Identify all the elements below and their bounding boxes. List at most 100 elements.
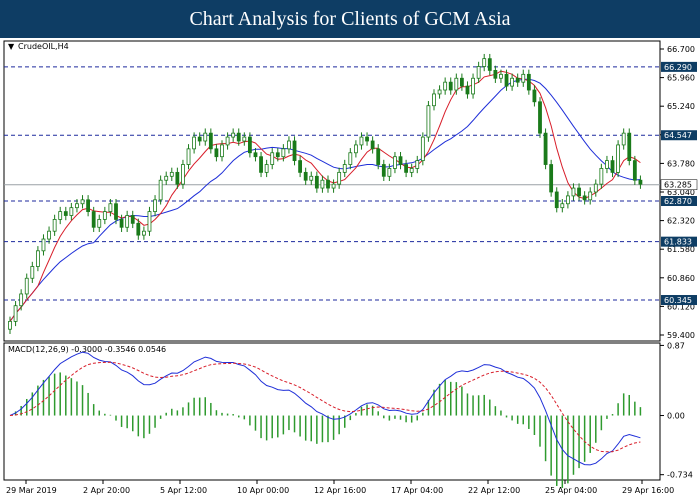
candle-body (487, 58, 492, 71)
y-tick-label: 59.400 (667, 331, 695, 340)
x-tick-label: 10 Apr 00:00 (237, 486, 289, 495)
candle-body (565, 195, 570, 205)
level-label: 64.547 (664, 131, 692, 140)
candle-body (102, 211, 107, 220)
candle-body (342, 164, 347, 173)
x-tick-label: 5 Apr 12:00 (160, 486, 207, 495)
y-tick-label: 63.780 (667, 159, 695, 168)
candle-body (610, 160, 615, 173)
candle-body (398, 156, 403, 165)
x-tick-label: 29 Mar 2019 (6, 486, 57, 495)
candle-body (448, 81, 453, 91)
candle-body (593, 183, 598, 193)
candle-body (58, 211, 63, 220)
candle-body (577, 187, 581, 197)
candle-body (476, 66, 481, 79)
candle-body (337, 171, 342, 185)
candle-body (538, 101, 542, 134)
slow-ma-line (9, 78, 641, 322)
candle-body (292, 140, 297, 162)
candle-body (365, 136, 369, 142)
candle-body (387, 168, 392, 177)
candle-body (588, 191, 593, 201)
candle-body (97, 219, 102, 228)
candle-body (30, 266, 35, 279)
x-tick-label: 2 Apr 20:00 (83, 486, 130, 495)
candle-body (192, 136, 197, 150)
current-price-label: 63.285 (664, 181, 692, 190)
level-label: 66.290 (664, 63, 692, 72)
candle-body (91, 211, 96, 228)
candle-body (616, 144, 621, 173)
candle-body (220, 144, 224, 158)
y-tick-label: 65.240 (667, 102, 695, 111)
main-panel-frame (3, 40, 661, 342)
candle-body (437, 89, 442, 95)
candle-body (420, 136, 425, 162)
candle-body (125, 215, 130, 228)
candle-body (208, 132, 213, 150)
candle-body (158, 179, 163, 201)
candle-body (19, 293, 24, 307)
candle-body (554, 191, 559, 209)
price-chart: 66.70065.96065.24064.51063.78063.04062.3… (3, 40, 698, 495)
candle-body (281, 148, 286, 158)
candle-body (47, 230, 51, 240)
candle-body (314, 175, 319, 189)
candle-body (515, 77, 520, 83)
candle-body (465, 85, 470, 95)
candle-body (253, 152, 258, 158)
candle-body (231, 132, 236, 138)
candle-body (510, 77, 515, 87)
candle-body (521, 73, 526, 83)
candle-body (532, 89, 537, 103)
candle-body (432, 93, 436, 107)
candle-body (348, 152, 353, 165)
candle-body (303, 171, 308, 181)
x-tick-label: 12 Apr 16:00 (314, 486, 366, 495)
candle-body (605, 160, 609, 169)
x-tick-label: 29 Apr 16:00 (622, 486, 674, 495)
candle-body (504, 73, 509, 87)
candle-body (331, 183, 336, 189)
candle-body (638, 179, 643, 185)
level-label: 62.870 (664, 197, 692, 206)
candle-body (13, 305, 18, 322)
candle-body (225, 136, 230, 146)
candle-body (236, 132, 241, 142)
level-label: 60.345 (664, 296, 692, 305)
candle-body (275, 152, 280, 158)
x-tick-label: 22 Apr 12:00 (468, 486, 520, 495)
candle-body (153, 199, 157, 212)
candle-body (242, 136, 247, 142)
candle-body (393, 156, 397, 169)
candle-body (264, 164, 269, 173)
candle-body (41, 238, 46, 252)
level-label: 61.833 (664, 238, 692, 247)
candle-body (214, 148, 219, 158)
y-tick-label: 66.700 (667, 45, 695, 54)
macd-y-tick-label: 0.00 (667, 412, 685, 421)
candle-body (493, 70, 498, 79)
candle-body (186, 148, 191, 165)
macd-y-tick-label: 0.87 (667, 341, 685, 350)
candle-body (130, 215, 135, 224)
candle-body (114, 203, 118, 220)
symbol-label: CrudeOIL,H4 (18, 42, 69, 51)
y-tick-label: 62.320 (667, 217, 695, 226)
candle-body (247, 136, 252, 154)
candle-body (454, 77, 459, 91)
candle-body (169, 171, 174, 177)
candle-body (381, 164, 386, 177)
candle-body (627, 132, 632, 162)
candle-body (632, 160, 637, 181)
candle-body (63, 211, 68, 216)
candle-body (52, 219, 57, 232)
candle-body (560, 203, 565, 209)
candle-body (75, 203, 79, 209)
candle-body (482, 58, 487, 67)
y-tick-label: 60.860 (667, 274, 695, 283)
fast-ma-line (9, 70, 641, 322)
candle-body (376, 148, 381, 165)
candle-body (582, 195, 587, 201)
